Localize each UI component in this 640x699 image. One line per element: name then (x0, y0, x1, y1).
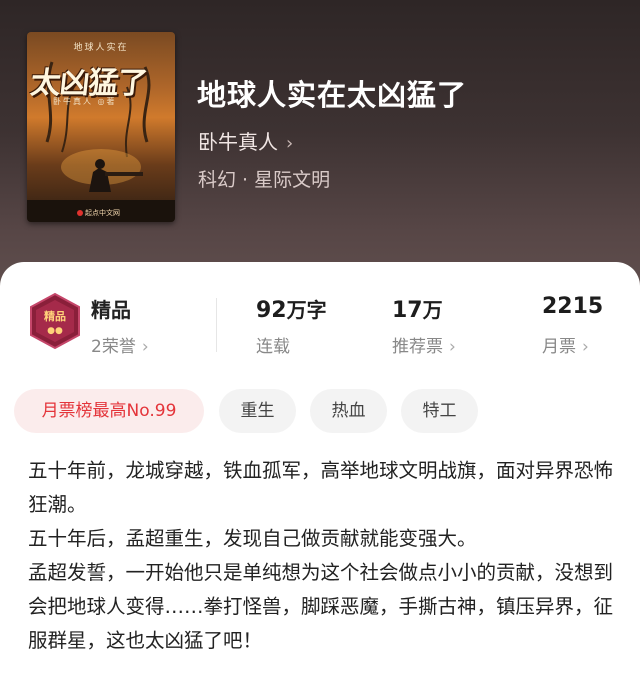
honor-count: 2荣誉 (91, 337, 136, 357)
quality-label: 精品 (91, 298, 131, 322)
cover-publisher: 起点中文网 (77, 208, 120, 218)
tag-rank[interactable]: 月票榜最高No.99 (14, 389, 204, 433)
word-count-value: 92万字 (256, 294, 327, 323)
chevron-right-icon: › (582, 337, 589, 357)
recommend-votes-value: 17万 (392, 294, 443, 323)
divider (216, 298, 217, 352)
tag-rebirth[interactable]: 重生 (219, 389, 296, 433)
book-title: 地球人实在太凶猛了 (197, 78, 468, 112)
chevron-right-icon: › (141, 337, 149, 357)
svg-text:精品: 精品 (44, 309, 66, 323)
serial-status: 连载 (256, 337, 290, 357)
tag-passion[interactable]: 热血 (310, 389, 387, 433)
honor-link[interactable]: 2荣誉 › (91, 332, 149, 357)
tag-agent[interactable]: 特工 (401, 389, 478, 433)
description-paragraph: 孟超发誓，一开始他只是单纯想为这个社会做点小小的贡献，没想到会把地球人变得……拳… (28, 561, 614, 652)
recommend-votes-unit: 万 (422, 298, 443, 322)
book-cover[interactable]: 地球人实在 太凶猛了 卧牛真人 ◎著 起点中文网 (27, 32, 175, 222)
cover-small-title: 地球人实在 (73, 43, 129, 53)
cover-publisher-label: 起点中文网 (85, 209, 120, 217)
monthly-votes-link[interactable]: 月票 › (542, 332, 589, 357)
chevron-right-icon: › (286, 133, 294, 154)
author-link[interactable]: 卧牛真人 › (198, 126, 293, 155)
monthly-votes-value: 2215 (542, 294, 604, 319)
recommend-votes-number: 17 (392, 298, 423, 323)
recommend-votes-label: 推荐票 (392, 337, 443, 357)
description-paragraph: 五十年后，孟超重生，发现自己做贡献就能变强大。 (28, 527, 477, 550)
monthly-votes-label: 月票 (542, 337, 576, 357)
chevron-right-icon: › (449, 337, 456, 357)
book-description[interactable]: 五十年前，龙城穿越，铁血孤军，高举地球文明战旗，面对异界恐怖狂潮。 五十年后，孟… (28, 454, 614, 658)
word-count-number: 92 (256, 298, 287, 323)
recommend-votes-link[interactable]: 推荐票 › (392, 332, 456, 357)
book-header: 地球人实在 太凶猛了 卧牛真人 ◎著 起点中文网 地球人实在太凶猛了 卧牛真人 ›… (0, 0, 640, 290)
quality-badge-icon: 精品 ●● (30, 292, 80, 350)
book-genre[interactable]: 科幻 · 星际文明 (198, 165, 330, 192)
svg-text:●●: ●● (47, 326, 63, 336)
book-info-card: 精品 ●● 精品 2荣誉 › 92万字 连载 17万 推荐票 › 2215 月票 › … (0, 262, 640, 699)
cover-author: 卧牛真人 ◎著 (53, 97, 117, 106)
author-name: 卧牛真人 (198, 130, 278, 154)
publisher-logo-icon (77, 210, 83, 216)
description-paragraph: 五十年前，龙城穿越，铁血孤军，高举地球文明战旗，面对异界恐怖狂潮。 (28, 459, 614, 516)
word-count-unit: 万字 (286, 298, 327, 322)
